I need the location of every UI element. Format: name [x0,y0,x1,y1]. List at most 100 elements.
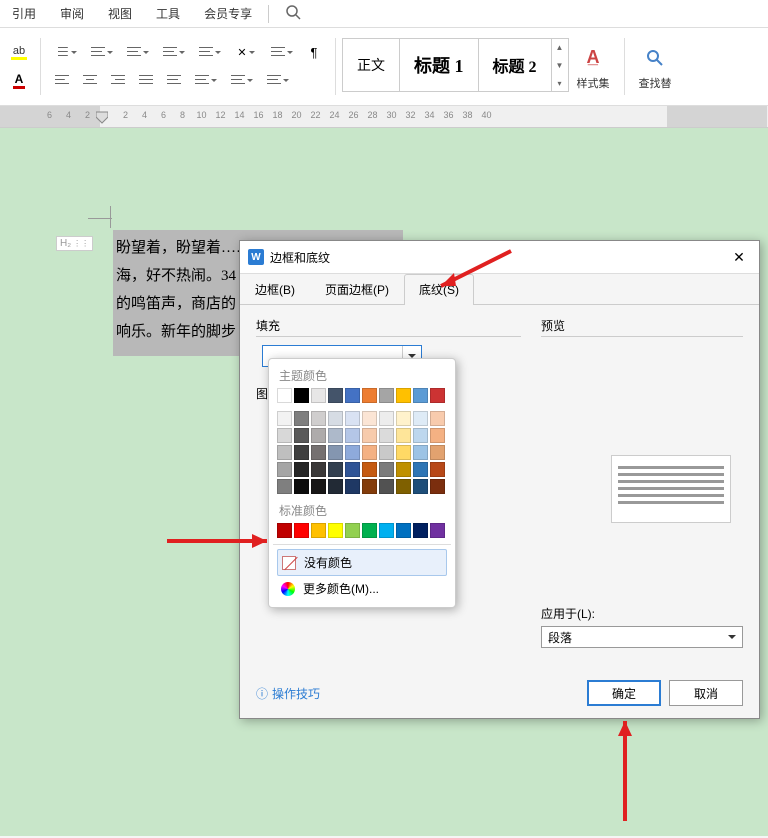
tab-page-border[interactable]: 页面边框(P) [310,274,404,304]
style-normal[interactable]: 正文 [343,39,400,91]
color-swatch[interactable] [430,411,445,426]
color-swatch[interactable] [294,523,309,538]
highlight-button[interactable]: ab [8,42,30,64]
menu-references[interactable]: 引用 [0,1,48,26]
dialog-titlebar[interactable]: W 边框和底纹 ✕ [240,241,759,274]
color-swatch[interactable] [311,411,326,426]
ok-button[interactable]: 确定 [587,680,661,706]
color-swatch[interactable] [345,411,360,426]
color-swatch[interactable] [379,479,394,494]
color-swatch[interactable] [345,388,360,403]
tab-border[interactable]: 边框(B) [240,274,310,304]
align-justify-button[interactable] [135,70,157,92]
indent-right-button[interactable] [227,70,257,92]
color-swatch[interactable] [311,428,326,443]
color-swatch[interactable] [413,523,428,538]
color-swatch[interactable] [311,462,326,477]
align-right-button[interactable] [107,70,129,92]
apply-to-select[interactable]: 段落 [541,626,743,648]
color-swatch[interactable] [345,462,360,477]
color-swatch[interactable] [430,523,445,538]
color-swatch[interactable] [345,523,360,538]
color-swatch[interactable] [379,462,394,477]
menu-premium[interactable]: 会员专享 [192,1,264,26]
color-swatch[interactable] [396,411,411,426]
color-swatch[interactable] [277,428,292,443]
color-swatch[interactable] [294,479,309,494]
style-heading1[interactable]: 标题 1 [400,39,479,91]
color-swatch[interactable] [396,388,411,403]
close-button[interactable]: ✕ [727,247,751,267]
color-swatch[interactable] [362,523,377,538]
menu-tools[interactable]: 工具 [144,1,192,26]
color-swatch[interactable] [430,388,445,403]
color-swatch[interactable] [379,445,394,460]
color-swatch[interactable] [362,479,377,494]
style-scroll-more[interactable]: ▾ [552,74,568,92]
menu-view[interactable]: 视图 [96,1,144,26]
color-swatch[interactable] [277,445,292,460]
color-swatch[interactable] [277,462,292,477]
no-color-option[interactable]: 没有颜色 [277,549,447,576]
color-swatch[interactable] [362,462,377,477]
color-swatch[interactable] [396,523,411,538]
color-swatch[interactable] [430,445,445,460]
style-scroll-down[interactable]: ▼ [552,56,568,74]
color-swatch[interactable] [379,411,394,426]
color-swatch[interactable] [328,428,343,443]
color-swatch[interactable] [294,462,309,477]
color-swatch[interactable] [413,479,428,494]
color-swatch[interactable] [277,388,292,403]
tab-shading[interactable]: 底纹(S) [404,274,474,305]
color-swatch[interactable] [328,462,343,477]
multilevel-button[interactable] [123,42,153,64]
font-color-button[interactable]: A [8,70,30,92]
paragraph-settings-button[interactable] [263,70,293,92]
style-heading2[interactable]: 标题 2 [479,39,552,91]
color-swatch[interactable] [379,388,394,403]
color-swatch[interactable] [294,445,309,460]
color-swatch[interactable] [294,428,309,443]
color-swatch[interactable] [345,428,360,443]
color-swatch[interactable] [328,411,343,426]
color-swatch[interactable] [311,523,326,538]
ruler[interactable]: 642246810121416182022242628303234363840 [0,106,768,128]
distribute-button[interactable] [163,70,185,92]
color-swatch[interactable] [294,388,309,403]
show-marks-button[interactable]: ¶ [303,42,325,64]
color-swatch[interactable] [396,462,411,477]
color-swatch[interactable] [328,445,343,460]
line-spacing-button[interactable] [267,42,297,64]
search-icon[interactable] [281,0,305,27]
color-swatch[interactable] [311,479,326,494]
heading-level-marker[interactable]: H₂⋮⋮ [56,236,93,251]
bullets-button[interactable] [51,42,81,64]
color-swatch[interactable] [362,428,377,443]
find-replace-button[interactable]: 查找替 [631,34,680,99]
color-swatch[interactable] [362,445,377,460]
color-swatch[interactable] [345,445,360,460]
indent-left-button[interactable] [191,70,221,92]
align-center-button[interactable] [79,70,101,92]
menu-review[interactable]: 审阅 [48,1,96,26]
color-swatch[interactable] [413,428,428,443]
color-swatch[interactable] [379,523,394,538]
color-swatch[interactable] [362,411,377,426]
color-swatch[interactable] [413,445,428,460]
color-swatch[interactable] [328,479,343,494]
color-swatch[interactable] [413,462,428,477]
color-swatch[interactable] [311,388,326,403]
color-swatch[interactable] [328,388,343,403]
ruler-indent-marker[interactable] [96,108,108,124]
align-left-button[interactable] [51,70,73,92]
color-swatch[interactable] [396,479,411,494]
color-swatch[interactable] [311,445,326,460]
color-swatch[interactable] [328,523,343,538]
color-swatch[interactable] [277,479,292,494]
color-swatch[interactable] [396,428,411,443]
color-swatch[interactable] [430,462,445,477]
text-tools-button[interactable]: ✕ [231,42,261,64]
increase-indent-button[interactable] [195,42,225,64]
color-swatch[interactable] [277,523,292,538]
color-swatch[interactable] [277,411,292,426]
